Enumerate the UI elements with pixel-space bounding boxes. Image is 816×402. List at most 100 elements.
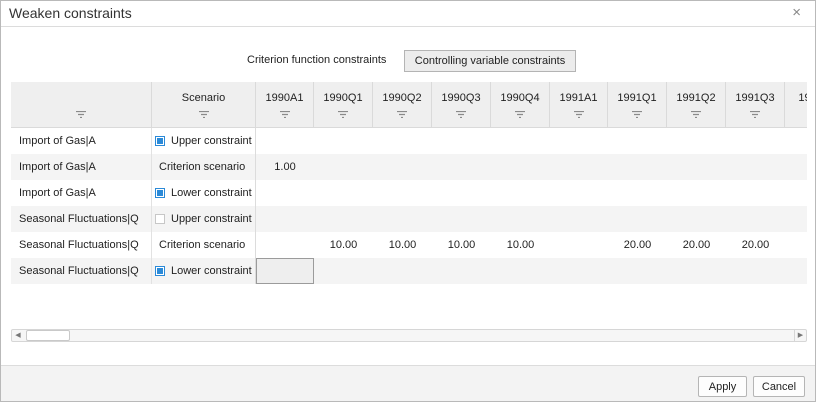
horizontal-scrollbar[interactable]: ◀ ▶ xyxy=(11,329,807,342)
column-header-period[interactable]: 1990A1 xyxy=(256,82,314,128)
constraint-checkbox[interactable] xyxy=(155,188,165,198)
column-header-period[interactable]: 1991Q2 xyxy=(667,82,726,128)
filter-icon[interactable] xyxy=(76,111,86,118)
column-header-period[interactable]: 1991Q3 xyxy=(726,82,785,128)
value-cell[interactable] xyxy=(491,206,550,232)
column-header-period[interactable]: 1990Q3 xyxy=(432,82,491,128)
weaken-constraints-dialog: Weaken constraints × Criterion function … xyxy=(0,0,816,402)
value-cell[interactable] xyxy=(491,128,550,154)
value-cell[interactable] xyxy=(667,128,726,154)
value-cell[interactable] xyxy=(785,258,807,284)
cancel-button[interactable]: Cancel xyxy=(753,376,805,397)
value-cell[interactable] xyxy=(432,258,491,284)
value-cell[interactable] xyxy=(667,206,726,232)
scroll-left-icon[interactable]: ◀ xyxy=(12,330,24,341)
table-row: Import of Gas|A Upper constraint xyxy=(11,128,807,154)
value-cell[interactable] xyxy=(785,128,807,154)
value-cell[interactable] xyxy=(373,128,432,154)
value-cell[interactable] xyxy=(256,128,314,154)
value-cell[interactable] xyxy=(256,206,314,232)
tab-controlling-variable-constraints[interactable]: Controlling variable constraints xyxy=(404,50,576,72)
column-header-period[interactable]: 1991Q1 xyxy=(608,82,667,128)
value-cell[interactable]: 10.00 xyxy=(373,232,432,258)
filter-icon[interactable] xyxy=(691,111,701,118)
value-cell[interactable] xyxy=(550,128,608,154)
value-cell[interactable] xyxy=(432,154,491,180)
value-cell[interactable] xyxy=(667,258,726,284)
value-cell[interactable] xyxy=(314,258,373,284)
value-cell[interactable] xyxy=(373,206,432,232)
filter-icon[interactable] xyxy=(198,111,209,118)
value-cell[interactable] xyxy=(432,128,491,154)
filter-icon[interactable] xyxy=(750,111,760,118)
constraint-checkbox[interactable] xyxy=(155,214,165,224)
apply-button[interactable]: Apply xyxy=(698,376,747,397)
column-header-label: 19 xyxy=(798,92,807,104)
value-cell[interactable] xyxy=(491,258,550,284)
filter-icon[interactable] xyxy=(279,111,290,118)
column-header-period[interactable]: 1990Q4 xyxy=(491,82,550,128)
value-cell[interactable] xyxy=(550,206,608,232)
value-cell[interactable] xyxy=(373,180,432,206)
value-cell[interactable]: 20.00 xyxy=(726,232,785,258)
value-cell[interactable]: 20.00 xyxy=(667,232,726,258)
value-cell[interactable] xyxy=(256,232,314,258)
column-header-period[interactable]: 19 xyxy=(785,82,807,128)
constraint-checkbox[interactable] xyxy=(155,266,165,276)
filter-icon[interactable] xyxy=(515,111,525,118)
value-cell[interactable] xyxy=(608,258,667,284)
filter-icon[interactable] xyxy=(397,111,407,118)
value-cell[interactable] xyxy=(432,180,491,206)
value-cell[interactable] xyxy=(608,154,667,180)
constraint-checkbox[interactable] xyxy=(155,136,165,146)
value-cell[interactable] xyxy=(726,206,785,232)
value-cell[interactable] xyxy=(314,154,373,180)
value-cell[interactable] xyxy=(256,258,314,284)
value-cell[interactable] xyxy=(785,180,807,206)
value-cell[interactable] xyxy=(373,154,432,180)
column-header-name[interactable] xyxy=(11,82,152,128)
column-header-period[interactable]: 1990Q1 xyxy=(314,82,373,128)
value-cell[interactable] xyxy=(432,206,491,232)
filter-icon[interactable] xyxy=(573,111,584,118)
value-cell[interactable]: 10.00 xyxy=(491,232,550,258)
column-header-period[interactable]: 1990Q2 xyxy=(373,82,432,128)
value-cell[interactable] xyxy=(608,180,667,206)
filter-icon[interactable] xyxy=(456,111,466,118)
value-cell[interactable] xyxy=(608,206,667,232)
value-cell[interactable] xyxy=(550,232,608,258)
scenario-label: Lower constraint xyxy=(171,265,252,277)
value-cell[interactable] xyxy=(491,180,550,206)
value-cell[interactable] xyxy=(667,154,726,180)
filter-icon[interactable] xyxy=(632,111,642,118)
value-cell[interactable] xyxy=(726,154,785,180)
value-cell[interactable] xyxy=(550,258,608,284)
value-cell[interactable] xyxy=(667,180,726,206)
scroll-thumb[interactable] xyxy=(26,330,70,341)
value-cell[interactable] xyxy=(785,154,807,180)
column-header-period[interactable]: 1991A1 xyxy=(550,82,608,128)
value-cell[interactable]: 20.00 xyxy=(608,232,667,258)
value-cell[interactable] xyxy=(314,180,373,206)
value-cell[interactable] xyxy=(726,128,785,154)
value-cell[interactable] xyxy=(785,206,807,232)
value-cell[interactable] xyxy=(550,180,608,206)
value-cell[interactable] xyxy=(726,258,785,284)
filter-icon[interactable] xyxy=(338,111,348,118)
tab-criterion-function-constraints[interactable]: Criterion function constraints xyxy=(247,54,386,66)
value-cell[interactable] xyxy=(726,180,785,206)
value-cell[interactable] xyxy=(608,128,667,154)
value-cell[interactable]: 10.00 xyxy=(314,232,373,258)
value-cell[interactable] xyxy=(314,128,373,154)
column-header-scenario[interactable]: Scenario xyxy=(152,82,256,128)
value-cell[interactable]: 1.00 xyxy=(256,154,314,180)
value-cell[interactable] xyxy=(785,232,807,258)
close-icon[interactable]: × xyxy=(792,4,801,21)
value-cell[interactable] xyxy=(550,154,608,180)
value-cell[interactable]: 10.00 xyxy=(432,232,491,258)
value-cell[interactable] xyxy=(491,154,550,180)
scroll-right-icon[interactable]: ▶ xyxy=(794,330,806,341)
value-cell[interactable] xyxy=(373,258,432,284)
value-cell[interactable] xyxy=(256,180,314,206)
value-cell[interactable] xyxy=(314,206,373,232)
